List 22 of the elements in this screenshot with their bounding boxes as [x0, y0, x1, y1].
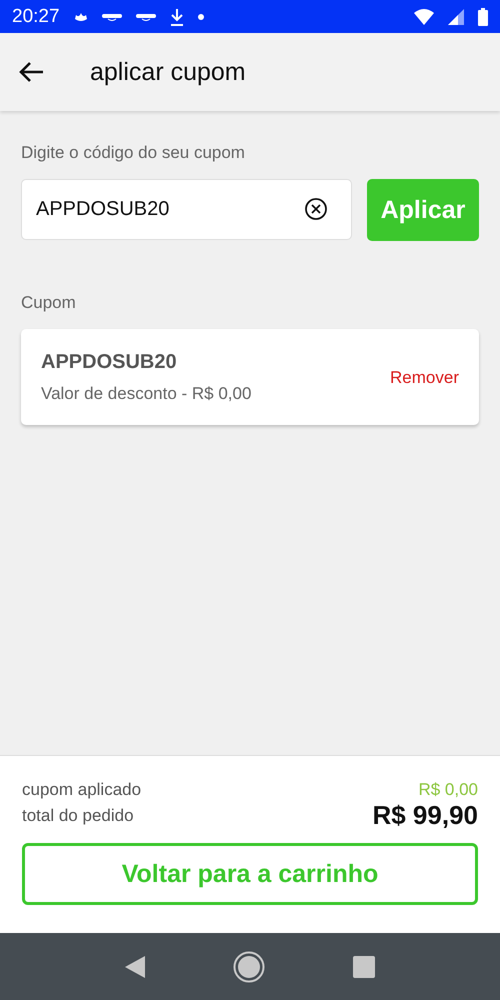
page-title: aplicar cupom [90, 58, 246, 86]
discount-text: Valor de desconto - R$ 0,00 [41, 384, 252, 404]
signal-icon [448, 8, 464, 24]
back-arrow-icon[interactable] [18, 61, 44, 83]
remove-link[interactable]: Remover [390, 368, 459, 388]
coupon-code: APPDOSUB20 [41, 351, 178, 374]
status-time: 20:27 [12, 6, 60, 28]
back-icon[interactable] [125, 956, 145, 978]
summary-label: cupom aplicado [22, 780, 142, 800]
summary-label: total do pedido [22, 806, 134, 826]
section-label: Cupom [21, 293, 77, 313]
battery-icon [478, 8, 488, 26]
clear-icon[interactable] [304, 197, 328, 221]
summary-value: R$ 0,00 [418, 780, 478, 800]
download-icon [170, 8, 184, 26]
summary-value: R$ 99,90 [372, 800, 478, 831]
dot-icon [198, 14, 204, 20]
home-icon[interactable] [233, 950, 265, 982]
recents-icon[interactable] [353, 956, 375, 978]
wifi-icon [414, 8, 434, 24]
coupon-input-field[interactable]: APPDOSUB20 [21, 179, 352, 240]
coupon-field-label: Digite o código do seu cupom [21, 143, 246, 163]
